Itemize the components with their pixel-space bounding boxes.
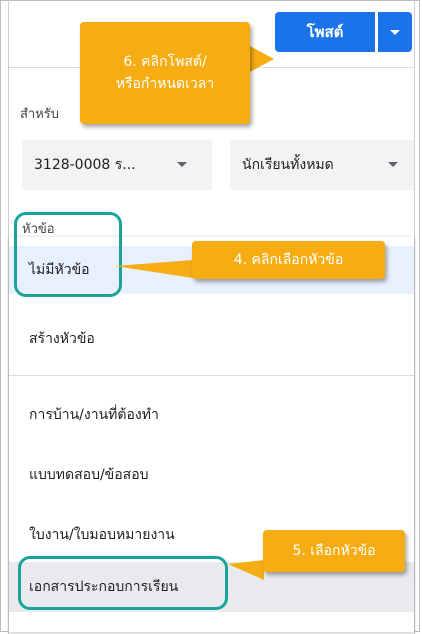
chevron-down-icon	[390, 29, 400, 35]
students-select-value: นักเรียนทั้งหมด	[242, 157, 334, 173]
class-select[interactable]: 3128-0008 ร...	[22, 140, 212, 190]
menu-divider	[9, 375, 414, 376]
topic-option-homework[interactable]: การบ้าน/งานที่ต้องทำ	[9, 395, 414, 435]
callout-step-4: 4. คลิกเลือกหัวข้อ	[192, 241, 385, 279]
for-label: สำหรับ	[20, 107, 60, 122]
callout-step-6-line1: 6. คลิกโพสต์/	[123, 53, 207, 70]
topic-option-quiz[interactable]: แบบทดสอบ/ข้อสอบ	[9, 455, 414, 495]
callout-step-6: 6. คลิกโพสต์/ หรือกำหนดเวลา	[80, 22, 250, 124]
chevron-down-icon	[388, 162, 398, 167]
topic-option-create[interactable]: สร้างหัวข้อ	[9, 317, 414, 361]
students-select[interactable]: นักเรียนทั้งหมด	[230, 140, 414, 190]
highlight-topic-box	[14, 212, 122, 297]
class-select-value: 3128-0008 ร...	[34, 157, 136, 173]
callout-pointer	[228, 560, 264, 580]
post-options-dropdown[interactable]	[378, 12, 412, 52]
post-button[interactable]: โพสต์	[275, 12, 375, 52]
panel-border-right	[414, 0, 415, 634]
highlight-documents-box	[18, 556, 228, 610]
callout-pointer	[248, 45, 274, 73]
chevron-down-icon	[177, 162, 187, 167]
callout-step-5: 5. เลือกหัวข้อ	[263, 530, 405, 572]
callout-step-6-line2: หรือกำหนดเวลา	[115, 76, 215, 92]
callout-pointer	[115, 260, 193, 278]
